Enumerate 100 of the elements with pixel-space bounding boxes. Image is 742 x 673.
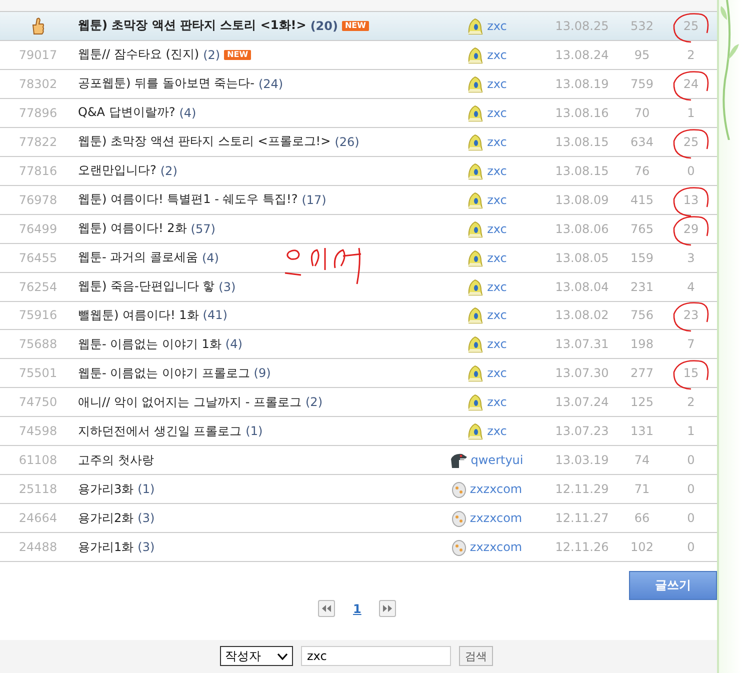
- post-row[interactable]: 24488 용가리1화 (3) zxzxcom 12.11.26 102 0: [0, 533, 717, 562]
- author-name[interactable]: zxc: [487, 250, 507, 265]
- view-count: 198: [630, 337, 654, 352]
- author-name[interactable]: zxc: [487, 366, 507, 380]
- post-number: 25118: [18, 482, 58, 496]
- comment-count: 15: [683, 366, 699, 380]
- post-title[interactable]: 웹툰) 초막장 액션 판타지 스토리 <프롤로그!>: [78, 133, 331, 150]
- ghost-icon: [466, 393, 484, 412]
- previous-page-button[interactable]: [318, 600, 335, 618]
- post-title[interactable]: 웹툰) 여름이다! 특별편1 - 쉐도우 특집!?: [78, 191, 298, 208]
- post-row[interactable]: 77822 웹툰) 초막장 액션 판타지 스토리 <프롤로그!> (26) zxc 13.08.15 634 25: [0, 128, 717, 157]
- post-title[interactable]: 웹툰) 여름이다! 2화: [78, 220, 187, 238]
- post-title[interactable]: 웹툰- 과거의 콜로세움: [78, 249, 198, 266]
- post-row[interactable]: 77896 Q&A 답변이랄까? (4) zxc 13.08.16 70 1: [0, 98, 717, 128]
- post-number: 76254: [18, 280, 58, 294]
- post-title[interactable]: 공포웹툰) 뒤를 돌아보면 죽는다-: [78, 75, 254, 92]
- comment-count: 0: [687, 511, 695, 526]
- post-number: 79017: [18, 48, 58, 62]
- author-name[interactable]: zxc: [487, 424, 507, 438]
- author-name[interactable]: qwertyui: [470, 453, 524, 468]
- post-row[interactable]: 24664 용가리2화 (3) zxzxcom 12.11.27 66 0: [0, 504, 717, 534]
- post-title[interactable]: 웹툰// 잠수타요 (진지): [78, 46, 200, 64]
- ghost-icon: [466, 190, 484, 209]
- reply-count: (3): [138, 540, 155, 554]
- post-title[interactable]: Q&A 답변이랄까?: [78, 104, 176, 122]
- post-row[interactable]: 74750 애니// 악이 없어지는 그날까지 - 프롤로그 (2) zxc 13.07.24 125 2: [0, 388, 717, 418]
- post-row[interactable]: 77816 오랜만입니다? (2) zxc 13.08.15 76 0: [0, 156, 717, 186]
- ghost-icon: [466, 74, 484, 93]
- post-row[interactable]: 76254 웹툰) 죽음-단편입니다 핳 (3) zxc 13.08.04 231 4: [0, 272, 717, 302]
- post-number: 76499: [18, 222, 58, 236]
- search-field-select[interactable]: 작성자: [220, 646, 293, 666]
- reply-count: (1): [138, 482, 155, 496]
- search-button[interactable]: 검색: [459, 646, 493, 666]
- author-name[interactable]: zxc: [487, 76, 507, 91]
- post-title[interactable]: 웹툰) 초막장 액션 판타지 스토리 <1화!>: [78, 17, 306, 34]
- author-name[interactable]: zxc: [487, 106, 507, 120]
- ghost-icon: [466, 422, 484, 440]
- author-name[interactable]: zxc: [487, 308, 507, 322]
- post-date: 13.08.02: [555, 308, 609, 322]
- comment-count: 13: [683, 192, 699, 207]
- ghost-icon: [466, 306, 484, 324]
- comment-count: 24: [683, 76, 699, 91]
- post-date: 13.03.19: [555, 453, 609, 468]
- new-badge: NEW: [342, 20, 369, 31]
- post-row[interactable]: 75501 웹툰- 이름없는 이야기 프롤로그 (9) zxc 13.07.30 277 15: [0, 359, 717, 388]
- author-name[interactable]: zxzxcom: [470, 482, 522, 496]
- comment-count: 25: [683, 18, 699, 33]
- author-name[interactable]: zxc: [487, 48, 507, 62]
- best-post-row[interactable]: 웹툰) 초막장 액션 판타지 스토리 <1화!> (20) NEW zxc 13.08.25 532 25: [0, 12, 717, 41]
- post-row[interactable]: 75916 뺄웹툰) 여름이다! 1화 (41) zxc 13.08.02 756 23: [0, 302, 717, 330]
- view-count: 125: [630, 395, 654, 410]
- author-name[interactable]: zxc: [487, 280, 507, 294]
- search-input[interactable]: zxc: [301, 646, 451, 666]
- post-row[interactable]: 76978 웹툰) 여름이다! 특별편1 - 쉐도우 특집!? (17) zxc 13.08.09 415 13: [0, 186, 717, 215]
- view-count: 71: [634, 482, 650, 496]
- author-name[interactable]: zxzxcom: [470, 540, 522, 554]
- reply-count: (57): [190, 222, 216, 236]
- new-badge: NEW: [224, 50, 252, 60]
- post-title[interactable]: 뺄웹툰) 여름이다! 1화: [78, 306, 199, 324]
- post-row[interactable]: 61108 고주의 첫사랑 qwertyui 13.03.19 74 0: [0, 446, 717, 476]
- post-title[interactable]: 고주의 첫사랑: [78, 452, 154, 469]
- post-date: 12.11.26: [555, 540, 609, 554]
- comment-count: 2: [687, 395, 695, 410]
- post-title[interactable]: 용가리3화: [78, 480, 134, 498]
- reply-count: (24): [258, 76, 284, 91]
- post-title[interactable]: 지하던전에서 생긴일 프롤로그: [78, 422, 242, 440]
- post-row[interactable]: 76455 웹툰- 과거의 콜로세움 (4) zxc 13.08.05 159 3: [0, 244, 717, 273]
- next-page-button[interactable]: [379, 600, 396, 618]
- post-row[interactable]: 78302 공포웹툰) 뒤를 돌아보면 죽는다- (24) zxc 13.08.19 759 24: [0, 70, 717, 99]
- post-date: 13.08.25: [555, 18, 609, 33]
- post-title[interactable]: 오랜만입니다?: [78, 162, 156, 180]
- ghost-icon: [466, 132, 484, 151]
- post-title[interactable]: 애니// 악이 없어지는 그날까지 - 프롤로그: [78, 394, 302, 411]
- author-name[interactable]: zxc: [487, 395, 507, 410]
- author-name[interactable]: zxc: [487, 337, 507, 352]
- author-name[interactable]: zxc: [487, 164, 507, 178]
- post-row[interactable]: 74598 지하던전에서 생긴일 프롤로그 (1) zxc 13.07.23 131 1: [0, 417, 717, 446]
- author-name[interactable]: zxc: [487, 134, 507, 149]
- ghost-icon: [466, 278, 484, 296]
- view-count: 74: [634, 453, 650, 468]
- post-title[interactable]: 웹툰- 이름없는 이야기 1화: [78, 336, 222, 353]
- ghost-icon: [466, 335, 484, 354]
- author-name[interactable]: zxc: [487, 192, 507, 207]
- view-count: 277: [630, 366, 654, 380]
- post-row[interactable]: 76499 웹툰) 여름이다! 2화 (57) zxc 13.08.06 765 29: [0, 214, 717, 244]
- reply-count: (4): [202, 250, 219, 265]
- page-link[interactable]: 1: [353, 602, 362, 616]
- post-title[interactable]: 웹툰- 이름없는 이야기 프롤로그: [78, 364, 250, 382]
- post-row[interactable]: 25118 용가리3화 (1) zxzxcom 12.11.29 71 0: [0, 475, 717, 504]
- post-date: 13.07.23: [555, 424, 609, 438]
- post-title[interactable]: 용가리2화: [78, 510, 134, 527]
- post-title[interactable]: 용가리1화: [78, 538, 134, 556]
- post-row[interactable]: 79017 웹툰// 잠수타요 (진지) (2) NEW zxc 13.08.24 95 2: [0, 40, 717, 70]
- post-number: 61108: [18, 453, 58, 468]
- post-row[interactable]: 75688 웹툰- 이름없는 이야기 1화 (4) zxc 13.07.31 198 7: [0, 330, 717, 360]
- author-name[interactable]: zxc: [487, 222, 507, 236]
- post-title[interactable]: 웹툰) 죽음-단편입니다 핳: [78, 278, 215, 296]
- double-right-arrow-icon: [383, 605, 392, 612]
- post-number: 76455: [18, 250, 58, 265]
- author-name[interactable]: zxzxcom: [470, 511, 522, 526]
